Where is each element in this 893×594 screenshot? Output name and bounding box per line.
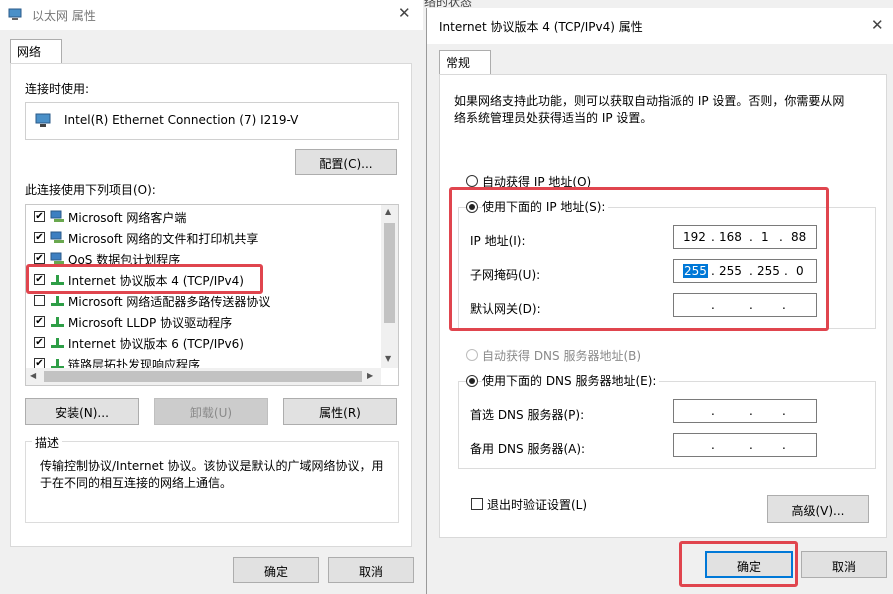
description-title: 描述 <box>32 434 63 451</box>
scroll-up-icon[interactable]: ▲ <box>385 207 391 216</box>
item-label: Microsoft 网络的文件和打印机共享 <box>68 232 259 246</box>
description-group: 描述 传输控制协议/Internet 协议。该协议是默认的广域网络协议，用于在不… <box>25 434 399 523</box>
window-title: Internet 协议版本 4 (TCP/IPv4) 属性 <box>439 20 643 34</box>
use-dns-radio[interactable] <box>466 375 478 387</box>
ip-dot: . <box>749 438 753 452</box>
install-button[interactable]: 安装(N)... <box>25 398 139 425</box>
intro-text: 如果网络支持此功能，则可以获取自动指派的 IP 设置。否则，你需要从网络系统管理… <box>454 94 845 125</box>
network-panel: 连接时使用: Intel(R) Ethernet Connection (7) … <box>10 63 412 547</box>
ethernet-properties-window: 以太网 属性 ✕ 网络 连接时使用: Intel(R) Ethernet Con… <box>0 0 423 594</box>
protocol-icon <box>51 338 64 348</box>
network-adapter-icon <box>35 113 51 127</box>
horizontal-scrollbar[interactable]: ◀ ▶ <box>26 368 381 385</box>
ipv4-properties-window: Internet 协议版本 4 (TCP/IPv4) 属性 ✕ 常规 如果网络支… <box>426 8 893 594</box>
scroll-right-icon[interactable]: ▶ <box>367 371 373 380</box>
item-checkbox[interactable]: ✔ <box>34 253 45 264</box>
vertical-scrollbar[interactable]: ▲ ▼ <box>381 205 398 368</box>
adapter-box: Intel(R) Ethernet Connection (7) I219-V <box>25 102 399 140</box>
item-checkbox[interactable]: ✔ <box>34 316 45 327</box>
advanced-button[interactable]: 高级(V)... <box>767 495 869 523</box>
alternate-dns-label: 备用 DNS 服务器(A): <box>470 442 586 456</box>
item-checkbox[interactable] <box>34 295 45 306</box>
components-list: ✔ Microsoft 网络客户端 ✔ Microsoft 网络的文件和打印机共享 ✔ Q… <box>25 204 399 386</box>
ip-dot: . <box>749 404 753 418</box>
preferred-dns-field[interactable]: . . . <box>673 399 817 423</box>
configure-button[interactable]: 配置(C)... <box>295 149 397 175</box>
adapter-name: Intel(R) Ethernet Connection (7) I219-V <box>64 113 299 127</box>
uninstall-button[interactable]: 卸载(U) <box>154 398 268 425</box>
close-icon[interactable]: ✕ <box>398 4 411 22</box>
scroll-thumb-h[interactable] <box>44 371 362 382</box>
connect-using-label: 连接时使用: <box>25 82 90 96</box>
tab-label: 常规 <box>446 56 471 70</box>
auto-dns-label: 自动获得 DNS 服务器地址(B) <box>482 349 642 363</box>
scroll-thumb[interactable] <box>384 223 395 323</box>
static-ip-highlight <box>449 187 829 331</box>
item-checkbox[interactable]: ✔ <box>34 211 45 222</box>
ip-dot: . <box>711 438 715 452</box>
validate-on-exit-label: 退出时验证设置(L) <box>487 498 588 512</box>
description-text: 传输控制协议/Internet 协议。该协议是默认的广域网络协议，用于在不同的相… <box>40 459 384 490</box>
title-bar[interactable]: 以太网 属性 ✕ <box>0 0 423 30</box>
alternate-dns-field[interactable]: . . . <box>673 433 817 457</box>
tab-general[interactable]: 常规 <box>439 50 491 75</box>
protocol-icon <box>51 317 64 327</box>
scroll-left-icon[interactable]: ◀ <box>30 371 36 380</box>
item-label: Microsoft LLDP 协议驱动程序 <box>68 316 233 330</box>
auto-dns-radio[interactable] <box>466 349 478 361</box>
window-title: 以太网 属性 <box>32 9 96 23</box>
network-client-icon <box>50 210 64 222</box>
ip-dot: . <box>782 404 786 418</box>
file-sharing-icon <box>50 231 64 243</box>
item-label: Microsoft 网络客户端 <box>68 211 187 225</box>
ok-button-highlight <box>679 541 798 587</box>
item-checkbox[interactable]: ✔ <box>34 337 45 348</box>
title-bar[interactable]: Internet 协议版本 4 (TCP/IPv4) 属性 ✕ <box>427 8 893 44</box>
close-icon[interactable]: ✕ <box>871 16 884 34</box>
auto-ip-radio[interactable] <box>466 175 478 187</box>
ip-dot: . <box>782 438 786 452</box>
tab-label: 网络 <box>17 45 42 59</box>
ipv4-item-highlight <box>26 264 263 294</box>
preferred-dns-label: 首选 DNS 服务器(P): <box>470 408 585 422</box>
tab-network[interactable]: 网络 <box>10 39 62 64</box>
item-checkbox[interactable]: ✔ <box>34 232 45 243</box>
cancel-button[interactable]: 取消 <box>328 557 414 583</box>
item-label: Microsoft 网络适配器多路传送器协议 <box>68 295 271 309</box>
properties-button[interactable]: 属性(R) <box>283 398 397 425</box>
item-label: Internet 协议版本 6 (TCP/IPv6) <box>68 337 244 351</box>
protocol-icon <box>51 296 64 306</box>
validate-on-exit-checkbox[interactable] <box>471 498 483 510</box>
cancel-button[interactable]: 取消 <box>801 551 887 578</box>
items-label: 此连接使用下列项目(O): <box>25 183 156 197</box>
ok-button[interactable]: 确定 <box>233 557 319 583</box>
network-adapter-icon <box>8 8 22 20</box>
scroll-down-icon[interactable]: ▼ <box>385 354 391 363</box>
ip-dot: . <box>711 404 715 418</box>
use-dns-label: 使用下面的 DNS 服务器地址(E): <box>482 372 660 389</box>
